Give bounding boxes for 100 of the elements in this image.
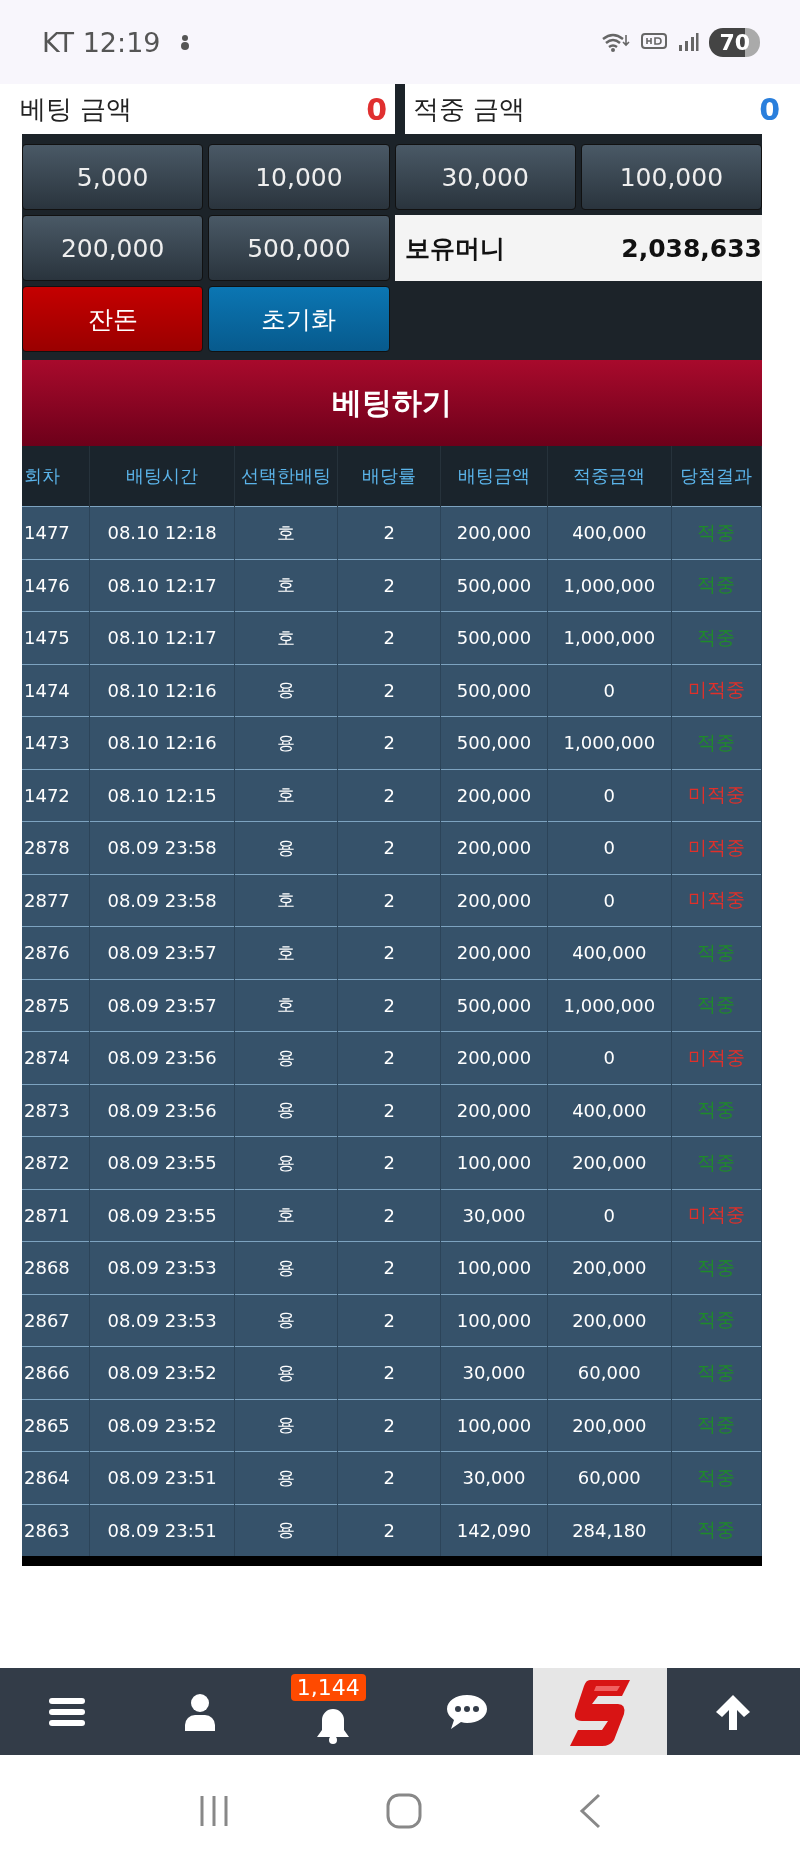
table-cell: 100,000: [440, 1136, 548, 1189]
table-cell: 호: [234, 926, 338, 979]
table-cell: 2: [337, 1084, 441, 1137]
table-cell: 2: [337, 1294, 441, 1347]
table-cell: 200,000: [440, 769, 548, 822]
table-cell: 1477: [22, 506, 90, 559]
table-cell: 2: [337, 1031, 441, 1084]
table-cell: 2878: [22, 821, 90, 874]
table-cell: 2874: [22, 1031, 90, 1084]
column-header: 당첨결과: [671, 446, 762, 507]
table-cell: 용: [234, 1136, 338, 1189]
result-cell: 미적중: [671, 1189, 762, 1242]
table-cell: 08.10 12:16: [89, 716, 235, 769]
result-cell: 미적중: [671, 769, 762, 822]
amount-label: 적중 금액: [413, 92, 526, 126]
table-cell: 2863: [22, 1504, 90, 1556]
home-icon[interactable]: [386, 1793, 422, 1829]
table-cell: 호: [234, 769, 338, 822]
amount-button[interactable]: 500,000: [208, 215, 390, 281]
result-cell: 적중: [671, 1504, 762, 1556]
user-icon[interactable]: [184, 1692, 216, 1731]
bet-button[interactable]: 베팅하기: [22, 360, 762, 446]
amount-button[interactable]: 5,000: [22, 144, 204, 210]
table-cell: 2873: [22, 1084, 90, 1137]
result-cell: 적중: [671, 506, 762, 559]
chat-icon[interactable]: [444, 1692, 489, 1731]
balance-label: 보유머니: [404, 232, 505, 265]
table-cell: 2872: [22, 1136, 90, 1189]
table-cell: 08.09 23:53: [89, 1294, 235, 1347]
table-cell: 0: [547, 874, 672, 927]
table-cell: 용: [234, 1031, 338, 1084]
table-cell: 08.09 23:56: [89, 1084, 235, 1137]
result-cell: 미적중: [671, 664, 762, 717]
table-cell: 호: [234, 506, 338, 559]
table-cell: 08.09 23:52: [89, 1399, 235, 1452]
table-cell: 08.09 23:52: [89, 1346, 235, 1399]
table-cell: 용: [234, 664, 338, 717]
amount-button[interactable]: 200,000: [22, 215, 204, 281]
table-cell: 100,000: [440, 1294, 548, 1347]
table-cell: 08.10 12:16: [89, 664, 235, 717]
table-cell: 용: [234, 821, 338, 874]
table-cell: 60,000: [547, 1346, 672, 1399]
table-cell: 200,000: [547, 1399, 672, 1452]
table-cell: 08.09 23:55: [89, 1189, 235, 1242]
column-header: 선택한배팅: [234, 446, 338, 507]
table-cell: 2: [337, 1136, 441, 1189]
result-cell: 적중: [671, 979, 762, 1032]
table-cell: 08.09 23:57: [89, 926, 235, 979]
back-icon[interactable]: [578, 1793, 602, 1829]
carrier-time: KT 12:19: [42, 26, 161, 58]
table-cell: 08.09 23:58: [89, 874, 235, 927]
amount-button[interactable]: 10,000: [208, 144, 390, 210]
table-cell: 용: [234, 716, 338, 769]
result-cell: 적중: [671, 1294, 762, 1347]
table-cell: 30,000: [440, 1189, 548, 1242]
table-cell: 0: [547, 1031, 672, 1084]
table-cell: 2871: [22, 1189, 90, 1242]
table-cell: 2: [337, 716, 441, 769]
result-cell: 미적중: [671, 821, 762, 874]
amount-value: 0: [366, 91, 387, 127]
table-cell: 호: [234, 874, 338, 927]
table-cell: 1472: [22, 769, 90, 822]
table-cell: 2: [337, 769, 441, 822]
table-cell: 500,000: [440, 716, 548, 769]
column-header: 회차: [22, 446, 90, 507]
table-cell: 200,000: [440, 926, 548, 979]
table-cell: 2875: [22, 979, 90, 1032]
table-cell: 2865: [22, 1399, 90, 1452]
table-cell: 2: [337, 821, 441, 874]
table-cell: 08.09 23:58: [89, 821, 235, 874]
table-cell: 284,180: [547, 1504, 672, 1556]
table-cell: 호: [234, 979, 338, 1032]
scroll-up-icon[interactable]: [714, 1692, 753, 1731]
table-cell: 2: [337, 664, 441, 717]
amount-button[interactable]: 100,000: [580, 144, 762, 210]
table-cell: 400,000: [547, 1084, 672, 1137]
table-cell: 호: [234, 1189, 338, 1242]
table-cell: 2: [337, 1399, 441, 1452]
table-cell: 200,000: [440, 1031, 548, 1084]
result-cell: 적중: [671, 1399, 762, 1452]
table-cell: 1475: [22, 611, 90, 664]
table-cell: 1,000,000: [547, 979, 672, 1032]
action-button[interactable]: 초기화: [208, 286, 390, 352]
signal-icon: [677, 32, 700, 52]
amount-button[interactable]: 30,000: [394, 144, 576, 210]
recent-apps-icon[interactable]: [198, 1794, 230, 1828]
menu-icon[interactable]: [47, 1695, 86, 1728]
table-cell: 500,000: [440, 664, 548, 717]
table-cell: 200,000: [440, 1084, 548, 1137]
table-cell: 200,000: [547, 1294, 672, 1347]
result-cell: 적중: [671, 1451, 762, 1504]
table-cell: 400,000: [547, 926, 672, 979]
table-cell: 용: [234, 1451, 338, 1504]
column-header: 적중금액: [547, 446, 672, 507]
action-button[interactable]: 잔돈: [22, 286, 204, 352]
table-cell: 1,000,000: [547, 716, 672, 769]
table-cell: 0: [547, 664, 672, 717]
table-cell: 500,000: [440, 979, 548, 1032]
result-cell: 적중: [671, 1241, 762, 1294]
table-cell: 1476: [22, 559, 90, 612]
